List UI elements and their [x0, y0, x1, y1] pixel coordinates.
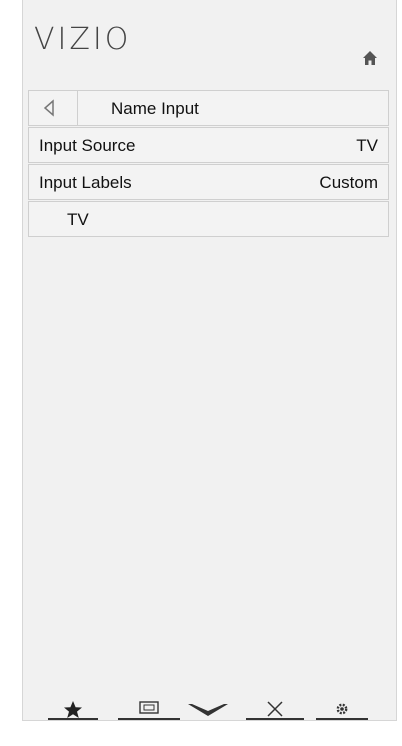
- exit-button[interactable]: [246, 698, 304, 720]
- menu-item-value: Custom: [319, 173, 378, 192]
- settings-button[interactable]: [316, 698, 368, 720]
- menu-title: Name Input: [111, 99, 199, 118]
- menu-item-label: Input Labels: [39, 173, 132, 192]
- settings-icon: [336, 703, 348, 715]
- menu-item-label: TV: [67, 210, 89, 229]
- menu-item-input-source[interactable]: Input Source TV: [28, 127, 389, 163]
- home-icon[interactable]: [362, 50, 378, 66]
- close-icon: [267, 701, 283, 717]
- back-arrow-icon: [43, 99, 54, 117]
- star-icon: [64, 701, 82, 718]
- menu-item-value: TV: [356, 136, 378, 155]
- menu-item-input-labels[interactable]: Input Labels Custom: [28, 164, 389, 200]
- vizio-v-button[interactable]: [184, 698, 232, 720]
- menu-header: Name Input: [28, 90, 389, 126]
- favorites-button[interactable]: [48, 698, 98, 720]
- vizio-logo: VIZIO: [34, 22, 132, 57]
- menu-item-label: Input Source: [39, 136, 136, 155]
- menu-item-tv[interactable]: TV: [28, 201, 389, 237]
- vizio-v-icon: [188, 704, 228, 716]
- wide-icon: [139, 701, 159, 714]
- back-button[interactable]: [29, 91, 78, 125]
- wide-button[interactable]: [118, 698, 180, 720]
